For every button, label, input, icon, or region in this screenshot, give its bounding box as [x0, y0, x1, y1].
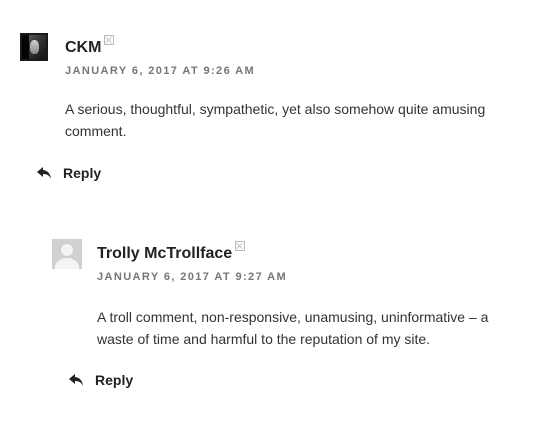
reply-arrow-icon	[37, 167, 51, 179]
avatar[interactable]	[20, 33, 48, 61]
broken-image-icon	[104, 35, 115, 45]
comment-author-line: CKM	[65, 35, 115, 58]
avatar-photo-face	[30, 40, 39, 54]
avatar-head-shape	[61, 244, 73, 256]
comment-timestamp-link[interactable]: JANUARY 6, 2017 AT 9:26 AM	[65, 64, 255, 78]
reply-label: Reply	[63, 165, 102, 181]
default-avatar-icon[interactable]	[52, 239, 82, 269]
comment-timestamp-link[interactable]: JANUARY 6, 2017 AT 9:27 AM	[97, 270, 287, 284]
broken-image-icon	[235, 241, 246, 251]
reply-arrow-icon	[69, 374, 83, 386]
avatar-shoulders-shape	[55, 258, 79, 269]
comment-text: A serious, thoughtful, sympathetic, yet …	[65, 101, 486, 139]
reply-label: Reply	[95, 372, 134, 388]
comment-author-link[interactable]: CKM	[65, 38, 101, 58]
comment-text: A troll comment, non-responsive, unamusi…	[97, 309, 489, 347]
avatar-photo-shadow	[22, 35, 29, 59]
reply-button[interactable]: Reply	[37, 164, 101, 182]
reply-button[interactable]: Reply	[69, 371, 133, 389]
comment-author-line: Trolly McTrollface	[97, 241, 246, 264]
comment-author-link[interactable]: Trolly McTrollface	[97, 244, 232, 264]
